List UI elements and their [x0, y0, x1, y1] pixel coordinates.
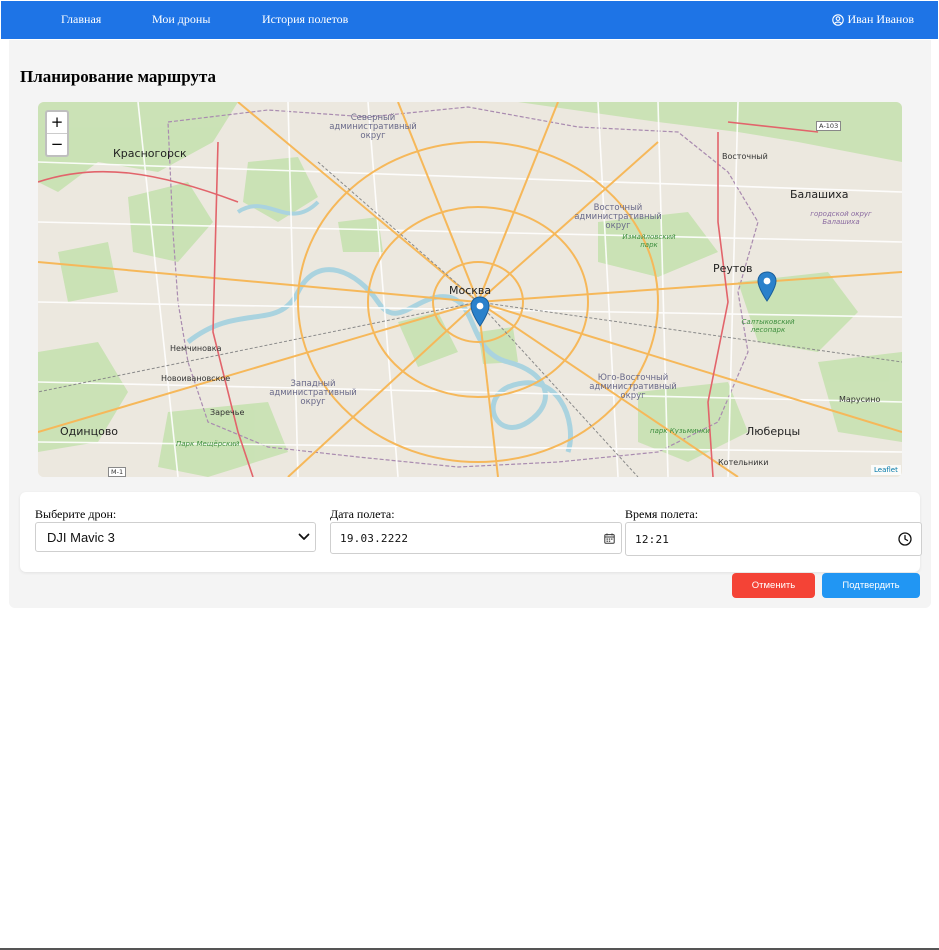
- map-zoom-control: + −: [45, 110, 69, 157]
- clock-icon[interactable]: [898, 532, 912, 546]
- nav-link-my-drones[interactable]: Мои дроны: [152, 12, 210, 27]
- chevron-down-icon: [298, 533, 310, 540]
- map-label-m1: М-1: [108, 467, 127, 477]
- map-label-lyubertsy: Люберцы: [746, 425, 801, 438]
- map-marker-start[interactable]: [470, 296, 490, 327]
- time-input[interactable]: 12:21: [625, 522, 922, 556]
- page-title: Планирование маршрута: [20, 67, 217, 86]
- drone-select-label: Выберите дрон:: [35, 507, 117, 521]
- map-label-reutov: Реутов: [713, 262, 753, 275]
- map-label-nemchinovka: Немчиновка: [170, 344, 222, 353]
- route-map[interactable]: Красногорск Москва Реутов Балашиха Восто…: [38, 102, 902, 477]
- map-label-marusino: Марусино: [839, 395, 881, 404]
- map-label-balashikha: Балашиха: [790, 188, 849, 201]
- user-circle-icon: [832, 13, 845, 26]
- map-label-krasnogorsk: Красногорск: [113, 147, 187, 160]
- nav-link-home[interactable]: Главная: [61, 12, 101, 27]
- map-label-park-meshchersky: Парк Мещёрский: [176, 440, 240, 448]
- map-label-izmailovsky-park: Измайловский парк: [622, 233, 676, 249]
- time-label: Время полета:: [625, 507, 699, 521]
- map-label-saltykovsky: Салтыковский лесопарк: [741, 318, 795, 334]
- map-label-southeast-district: Юго-Восточный административный округ: [589, 373, 677, 401]
- confirm-button[interactable]: Подтвердить: [822, 573, 920, 598]
- date-value: 19.03.2222: [340, 531, 409, 545]
- map-marker-end[interactable]: [757, 271, 777, 302]
- time-value: 12:21: [635, 532, 670, 546]
- map-label-north-district: Северный административный округ: [329, 113, 417, 141]
- map-label-a103: А-103: [816, 121, 842, 131]
- drone-select-value: DJI Mavic 3: [47, 529, 115, 545]
- nav-link-flight-history[interactable]: История полетов: [262, 12, 348, 27]
- cancel-button[interactable]: Отменить: [732, 573, 815, 598]
- date-label: Дата полета:: [330, 507, 395, 521]
- map-label-balashikha-okrug: городской округ Балашиха: [810, 210, 872, 226]
- top-navbar: Главная Мои дроны История полетов Иван И…: [1, 1, 938, 39]
- user-menu[interactable]: Иван Иванов: [832, 12, 914, 27]
- map-attribution-link[interactable]: Leaflet: [871, 465, 901, 475]
- map-label-park-kuzminki: парк Кузьминки: [650, 427, 710, 435]
- map-label-vostochny: Восточный: [722, 152, 768, 161]
- zoom-out-button[interactable]: −: [47, 133, 67, 154]
- map-label-novoivanovskoe: Новоивановское: [161, 374, 231, 383]
- map-label-east-district: Восточный административный округ: [574, 203, 662, 231]
- date-input[interactable]: 19.03.2222: [330, 522, 622, 554]
- user-name: Иван Иванов: [847, 12, 914, 26]
- drone-select[interactable]: DJI Mavic 3: [35, 522, 316, 552]
- map-label-west-district: Западный административный округ: [269, 379, 357, 407]
- map-label-odintsovo: Одинцово: [60, 425, 119, 438]
- map-label-kotelniki: Котельники: [718, 458, 769, 467]
- zoom-in-button[interactable]: +: [47, 112, 67, 133]
- calendar-icon[interactable]: [604, 533, 615, 544]
- map-label-zarechye: Заречье: [210, 408, 245, 417]
